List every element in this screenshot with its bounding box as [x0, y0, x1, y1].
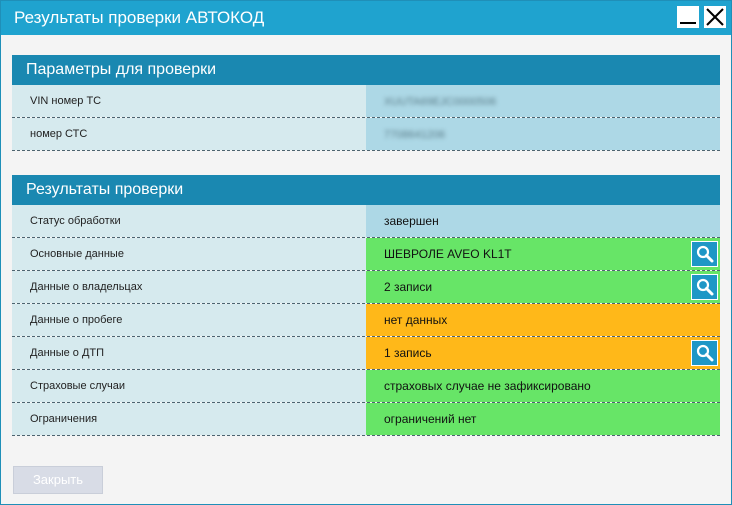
close-icon	[706, 8, 724, 26]
result-row-accidents: Данные о ДТП 1 запись	[12, 337, 720, 370]
param-value: 7708641206	[366, 118, 720, 150]
vin-value: XUUTA69EJC0000506	[384, 96, 497, 108]
param-value: XUUTA69EJC0000506	[366, 85, 720, 117]
param-row-vin: VIN номер ТС XUUTA69EJC0000506	[12, 85, 720, 118]
params-section-header: Параметры для проверки	[12, 55, 720, 85]
param-label: номер СТС	[12, 118, 366, 150]
result-value: завершен	[366, 205, 720, 237]
results-section: Результаты проверки Статус обработки зав…	[12, 175, 720, 436]
result-row-insurance: Страховые случаи страховых случае не заф…	[12, 370, 720, 403]
result-row-status: Статус обработки завершен	[12, 205, 720, 238]
result-label: Основные данные	[12, 238, 366, 270]
sts-value: 7708641206	[384, 129, 446, 141]
result-row-restrictions: Ограничения ограничений нет	[12, 403, 720, 436]
close-button[interactable]: Закрыть	[13, 466, 103, 494]
result-value: 1 запись	[366, 337, 720, 369]
results-window: Результаты проверки АВТОКОД Параметры дл…	[0, 0, 732, 505]
title-bar: Результаты проверки АВТОКОД	[1, 1, 731, 35]
result-value: 2 записи	[366, 271, 720, 303]
main-data-details-button[interactable]	[691, 241, 718, 267]
results-section-header: Результаты проверки	[12, 175, 720, 205]
owners-details-button[interactable]	[691, 274, 718, 300]
result-label: Данные о владельцах	[12, 271, 366, 303]
result-value: страховых случае не зафиксировано	[366, 370, 720, 402]
result-label: Ограничения	[12, 403, 366, 435]
result-value-text: 2 записи	[384, 280, 433, 294]
result-row-mileage: Данные о пробеге нет данных	[12, 304, 720, 337]
result-label: Страховые случаи	[12, 370, 366, 402]
result-value: ШЕВРОЛЕ AVEO KL1T	[366, 238, 720, 270]
result-value-text: ШЕВРОЛЕ AVEO KL1T	[384, 247, 512, 261]
result-value: нет данных	[366, 304, 720, 336]
result-row-owners: Данные о владельцах 2 записи	[12, 271, 720, 304]
params-section: Параметры для проверки VIN номер ТС XUUT…	[12, 55, 720, 151]
search-icon	[696, 245, 713, 263]
minimize-button[interactable]	[677, 6, 699, 28]
result-label: Статус обработки	[12, 205, 366, 237]
result-row-main-data: Основные данные ШЕВРОЛЕ AVEO KL1T	[12, 238, 720, 271]
result-label: Данные о пробеге	[12, 304, 366, 336]
window-title: Результаты проверки АВТОКОД	[14, 8, 265, 27]
param-row-sts: номер СТС 7708641206	[12, 118, 720, 151]
accidents-details-button[interactable]	[691, 340, 718, 366]
result-value: ограничений нет	[366, 403, 720, 435]
search-icon	[696, 344, 713, 362]
param-label: VIN номер ТС	[12, 85, 366, 117]
close-window-button[interactable]	[704, 6, 726, 28]
minimize-icon	[680, 22, 696, 24]
result-value-text: 1 запись	[384, 346, 432, 360]
result-label: Данные о ДТП	[12, 337, 366, 369]
search-icon	[696, 278, 713, 296]
